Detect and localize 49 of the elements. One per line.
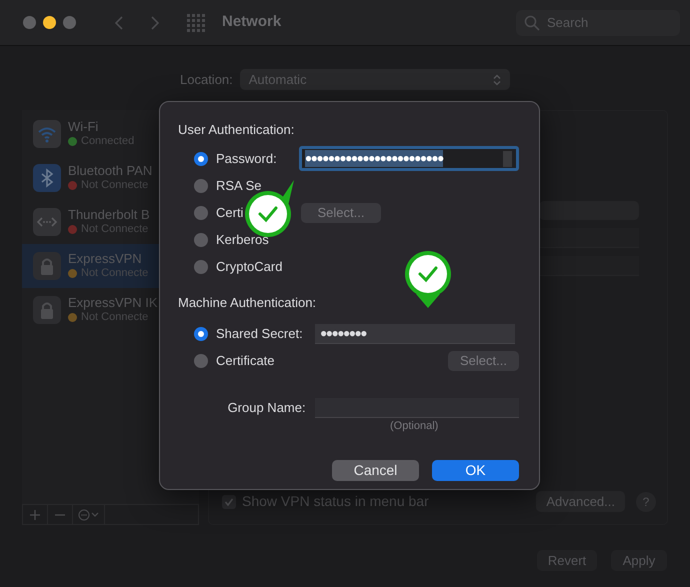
- forward-icon[interactable]: [149, 14, 161, 30]
- padlock-icon: [33, 296, 61, 324]
- help-button[interactable]: ?: [636, 492, 656, 512]
- section-heading: User Authentication:: [178, 122, 296, 138]
- updown-icon: [492, 74, 501, 86]
- back-icon[interactable]: [113, 14, 125, 30]
- radio-label: Shared Secret:: [216, 324, 304, 343]
- radio-label: Password:: [216, 150, 278, 168]
- padlock-icon: [33, 252, 61, 280]
- ethernet-arrows-icon: [33, 208, 61, 236]
- section-heading: Machine Authentication:: [178, 295, 318, 311]
- service-name: Wi-Fi: [68, 119, 100, 134]
- grid-icon[interactable]: [187, 14, 205, 32]
- location-label: Location:: [180, 70, 233, 89]
- wifi-icon: [33, 120, 61, 148]
- radio-button[interactable]: [194, 152, 208, 166]
- vpn-status-checkbox[interactable]: [222, 494, 236, 508]
- group-name-label: Group Name:: [226, 399, 306, 418]
- select-button[interactable]: Select...: [301, 202, 381, 222]
- service-name: ExpressVPN: [68, 251, 143, 266]
- check-icon: [224, 496, 234, 506]
- radio-label: Certificate: [216, 352, 276, 370]
- radio-button[interactable]: [194, 354, 208, 368]
- password-field[interactable]: ●●●●●●●●●●●●●●●●●●●●●●●●: [298, 146, 519, 171]
- bluetooth-icon: [33, 164, 61, 192]
- group-name-field[interactable]: [314, 398, 519, 418]
- cancel-button[interactable]: Cancel: [332, 460, 419, 480]
- window-title: Network: [222, 12, 282, 32]
- select-button[interactable]: Select...: [448, 350, 519, 370]
- search-icon: [524, 14, 540, 30]
- close-button[interactable]: [23, 16, 36, 29]
- zoom-button[interactable]: [63, 16, 76, 29]
- radio-button[interactable]: [194, 232, 208, 246]
- radio-label: Certi: [216, 204, 244, 222]
- radio-label: CryptoCard: [216, 258, 282, 276]
- minimize-button[interactable]: [43, 16, 56, 29]
- shared-secret-field[interactable]: ●●●●●●●●: [315, 324, 515, 344]
- auth-dropdown[interactable]: [539, 201, 639, 220]
- optional-hint: (Optional): [390, 419, 440, 434]
- radio-button[interactable]: [194, 206, 208, 220]
- radio-button[interactable]: [194, 178, 208, 192]
- more-chevron-icon: [78, 508, 100, 520]
- radio-label: Kerberos: [216, 230, 269, 249]
- service-name: Bluetooth PAN: [68, 163, 152, 178]
- radio-button[interactable]: [194, 326, 208, 340]
- radio-button[interactable]: [194, 260, 208, 274]
- ok-button[interactable]: OK: [432, 460, 519, 480]
- radio-label: RSA Se: [216, 176, 262, 195]
- add-icon: [29, 508, 41, 520]
